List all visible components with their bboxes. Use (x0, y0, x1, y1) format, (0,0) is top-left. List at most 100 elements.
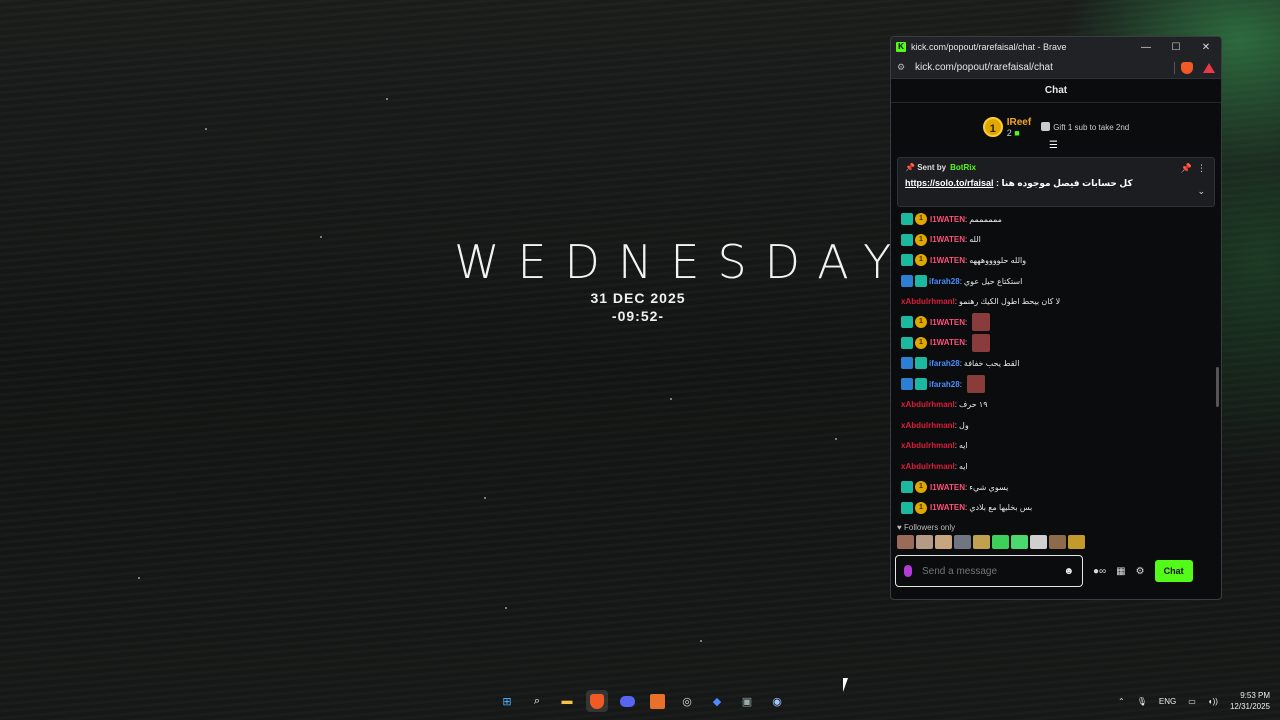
followers-only-notice: ♥ Followers only (891, 517, 1221, 532)
subscriber-badge-icon (901, 336, 913, 349)
chat-username[interactable]: I1WATEN (930, 256, 965, 265)
emote-button[interactable] (1068, 535, 1085, 549)
volume-icon[interactable]: ◖)) (1208, 697, 1218, 706)
chat-username[interactable]: I1WATEN (930, 338, 965, 347)
browser-popup-window: K kick.com/popout/rarefaisal/chat - Brav… (890, 36, 1222, 600)
date-text: 31 DEC 2025 (590, 290, 686, 306)
gifter-badge-icon (901, 275, 913, 288)
chat-scrollbar[interactable] (1216, 367, 1219, 407)
pin-icon: 📌 (905, 163, 915, 172)
chat-username[interactable]: xAbdulrhmanl (901, 421, 955, 430)
maximize-button[interactable]: ☐ (1161, 42, 1191, 53)
emote-button[interactable] (1030, 535, 1047, 549)
star-speck (505, 607, 507, 609)
emote-button[interactable] (916, 535, 933, 549)
rank-badge-icon: 1 (915, 254, 927, 267)
chat-emote-image[interactable] (966, 375, 985, 394)
emote-button[interactable] (1011, 535, 1028, 549)
chat-username[interactable]: xAbdulrhmanl (901, 297, 955, 306)
language-indicator[interactable]: ENG (1159, 697, 1176, 706)
chat-emote-image[interactable] (972, 313, 991, 332)
discord-icon[interactable] (616, 690, 638, 712)
chat-message-text: بس بخليها مع بلادي (969, 503, 1033, 513)
chat-username[interactable]: ifarah28 (929, 380, 960, 389)
star-speck (484, 497, 486, 499)
username-separator: : (959, 276, 962, 286)
store-icon[interactable]: ▦ (1116, 566, 1125, 577)
points-icon[interactable]: ●∞ (1093, 566, 1106, 577)
chat-username[interactable]: xAbdulrhmanl (901, 462, 955, 471)
star-speck (670, 398, 672, 400)
chat-message: 1 I1WATEN: ممممممم (901, 209, 1215, 230)
app-blue-icon[interactable]: ◆ (706, 690, 728, 712)
chat-username[interactable]: xAbdulrhmanl (901, 400, 955, 409)
send-chat-button[interactable]: Chat (1154, 560, 1193, 582)
brave-shields-icon[interactable] (1181, 61, 1193, 74)
pinned-link[interactable]: https://solo.to/rfaisal (905, 178, 994, 188)
chat-message-list[interactable]: 1 I1WATEN: ممممممم 1 I1WATEN: الله 1 I1WATEN: وا… (891, 207, 1221, 517)
chat-username[interactable]: ifarah28 (929, 277, 960, 286)
gift-icon: ■ (1014, 127, 1020, 138)
gifter-badge-icon (901, 378, 913, 391)
chat-username[interactable]: I1WATEN (930, 215, 965, 224)
emote-button[interactable] (973, 535, 990, 549)
chat-username[interactable]: ifarah28 (929, 359, 960, 368)
microphone-icon[interactable] (904, 565, 912, 577)
more-options-icon[interactable]: ⋮ (1197, 163, 1206, 173)
obs-icon[interactable]: ◎ (676, 690, 698, 712)
steam-icon[interactable]: ◉ (766, 690, 788, 712)
search-icon[interactable]: ⌕ (526, 690, 548, 712)
chevron-down-icon[interactable]: ⌄ (1197, 186, 1205, 197)
emoji-icon[interactable]: ☻ (1063, 566, 1074, 577)
chat-input-container[interactable]: ☻ (895, 555, 1083, 587)
chat-username[interactable]: I1WATEN (930, 318, 965, 327)
chevron-up-icon[interactable]: ⌃ (1118, 697, 1125, 706)
subscriber-badge-icon (901, 501, 913, 514)
emote-button[interactable] (897, 535, 914, 549)
app-orange-icon[interactable] (646, 690, 668, 712)
pinned-bot-name[interactable]: BotRix (950, 163, 976, 172)
chat-username[interactable]: I1WATEN (930, 483, 965, 492)
chat-message-input[interactable] (922, 565, 1064, 577)
chat-username[interactable]: xAbdulrhmanl (901, 441, 955, 450)
address-bar[interactable]: ⚙ kick.com/popout/rarefaisal/chat (891, 57, 1221, 79)
settings-gear-icon[interactable]: ⚙ (1136, 566, 1145, 577)
window-titlebar[interactable]: K kick.com/popout/rarefaisal/chat - Brav… (891, 37, 1221, 57)
username-separator: : (954, 400, 958, 410)
username-separator: : (964, 235, 968, 245)
chat-emote-image[interactable] (972, 333, 991, 352)
star-speck (700, 640, 702, 642)
username-separator: : (954, 441, 958, 451)
chat-username[interactable]: I1WATEN (930, 503, 965, 512)
tray-clock[interactable]: 9:53 PM 12/31/2025 (1230, 690, 1270, 712)
site-settings-icon[interactable]: ⚙ (897, 62, 915, 73)
chat-username[interactable]: I1WATEN (930, 235, 965, 244)
emote-button[interactable] (1049, 535, 1066, 549)
leader-username[interactable]: IReef (1007, 117, 1031, 128)
network-icon[interactable]: ▭ (1188, 697, 1196, 706)
chat-message: xAbdulrhmanl:١٩ حرف (901, 394, 1215, 415)
emote-button[interactable] (935, 535, 952, 549)
windows-start-icon[interactable]: ⊞ (496, 690, 518, 712)
brave-rewards-icon[interactable] (1203, 62, 1215, 73)
mouse-cursor (843, 678, 848, 692)
brave-browser-icon[interactable] (586, 690, 608, 712)
gift-sub-prompt[interactable]: Gift 1 sub to take 2nd (1041, 122, 1129, 132)
emote-button[interactable] (992, 535, 1009, 549)
microphone-tray-icon[interactable]: 🎙 (1137, 697, 1147, 706)
followers-only-text: Followers only (903, 523, 956, 532)
minimize-button[interactable]: — (1131, 42, 1161, 53)
star-speck (320, 236, 322, 238)
file-explorer-icon[interactable]: ▬ (556, 690, 578, 712)
filter-icon[interactable]: ☰ (1049, 140, 1058, 151)
divider (1174, 61, 1175, 74)
chat-message-text: لا كان بيحط اطول الكيك رهنمو (959, 297, 1061, 307)
gift-sub-text: Gift 1 sub to take 2nd (1053, 123, 1130, 132)
gift-box-icon (1041, 122, 1051, 131)
xbox-icon[interactable]: ▣ (736, 690, 758, 712)
emote-button[interactable] (954, 535, 971, 549)
url-text[interactable]: kick.com/popout/rarefaisal/chat (915, 62, 1168, 73)
unpin-icon[interactable]: 📌 (1181, 163, 1192, 173)
gifter-badge-icon (901, 357, 913, 370)
close-button[interactable]: ✕ (1191, 42, 1221, 53)
